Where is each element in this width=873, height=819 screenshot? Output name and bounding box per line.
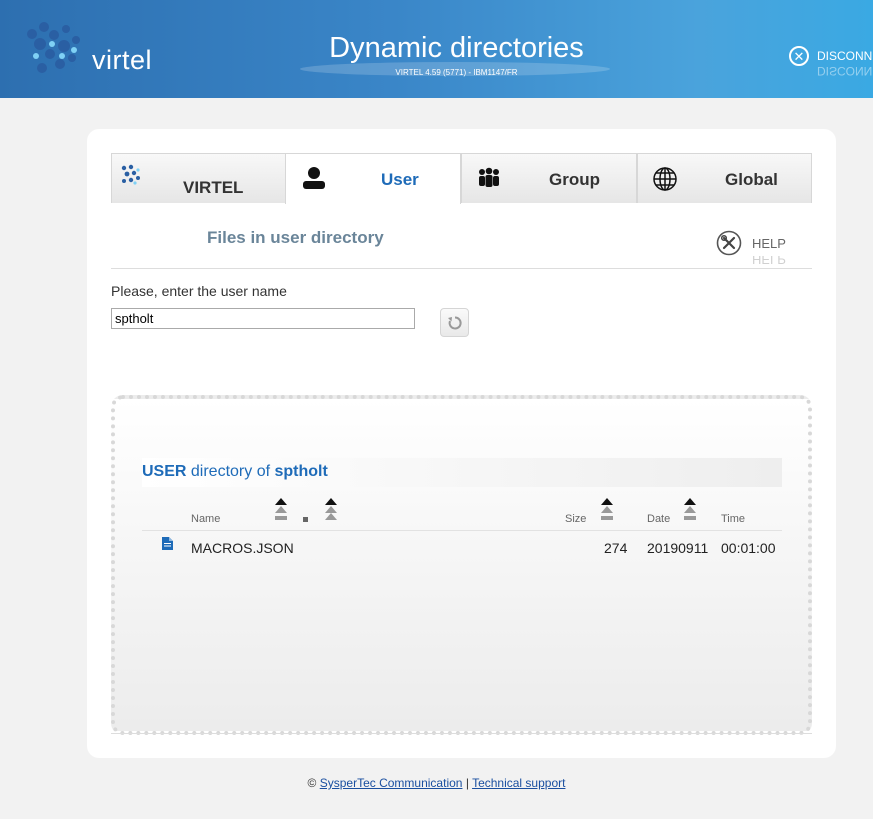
tab-virtel[interactable]: VIRTEL — [111, 153, 286, 203]
table-header-line — [142, 530, 782, 531]
sort-arrows-icon[interactable] — [324, 498, 338, 522]
file-icon — [162, 537, 173, 550]
tab-global[interactable]: Global — [637, 153, 812, 203]
tab-label: Group — [549, 170, 600, 189]
help-reflection: HELP — [752, 256, 786, 267]
app-header: virtel Dynamic directories VIRTEL 4.59 (… — [0, 0, 873, 98]
disconnect-button[interactable]: ✕ DISCONN — [789, 44, 872, 68]
close-icon: ✕ — [789, 46, 809, 66]
directory-owner: sptholt — [274, 463, 328, 480]
file-date: 20190911 — [647, 540, 709, 556]
sort-arrows-icon[interactable] — [274, 498, 288, 522]
version-subtitle: VIRTEL 4.59 (5771) - IBM1147/FR — [395, 68, 518, 77]
tools-icon — [716, 230, 742, 256]
directory-title: USER directory of sptholt — [142, 463, 328, 481]
sort-arrows-icon[interactable] — [600, 498, 614, 522]
sort-arrows-icon[interactable] — [683, 498, 697, 522]
tab-user[interactable]: User — [285, 153, 461, 204]
tab-group[interactable]: Group — [461, 153, 637, 203]
copyright-symbol: © — [307, 776, 317, 790]
file-name-link[interactable]: MACROS.JSON — [191, 540, 294, 556]
footer-divider — [111, 733, 812, 734]
divider — [111, 268, 812, 269]
refresh-button[interactable] — [440, 308, 469, 337]
footer-separator: | — [465, 776, 469, 790]
help-label: HELP — [752, 235, 786, 251]
help-button[interactable]: HELP — [716, 230, 786, 256]
column-header-size[interactable]: Size — [565, 513, 586, 525]
user-icon — [303, 167, 325, 189]
directory-kind: USER — [142, 463, 187, 480]
column-header-date[interactable]: Date — [647, 513, 670, 525]
disconnect-label: DISCONN — [817, 49, 873, 63]
group-icon — [479, 167, 499, 187]
tab-label: VIRTEL — [183, 178, 244, 197]
disconnect-reflection: DISCONN — [817, 66, 873, 78]
file-size: 274 — [604, 540, 628, 556]
refresh-icon — [447, 315, 462, 329]
support-link[interactable]: Technical support — [472, 776, 565, 790]
directory-panel — [111, 395, 812, 735]
virtel-grid-icon — [121, 164, 140, 185]
page-footer: © SysperTec Communication | Technical su… — [0, 776, 873, 790]
tab-label: User — [381, 170, 419, 189]
globe-icon — [653, 167, 677, 191]
column-header-name[interactable]: Name — [191, 513, 220, 525]
company-link[interactable]: SysperTec Communication — [320, 776, 463, 790]
file-time: 00:01:00 — [721, 540, 776, 556]
section-title: Files in user directory — [207, 228, 384, 247]
page-title: Dynamic directories — [329, 32, 584, 64]
directory-title-mid: directory of — [186, 463, 275, 480]
column-header-time[interactable]: Time — [721, 513, 745, 525]
sort-separator — [303, 517, 308, 522]
username-prompt: Please, enter the user name — [111, 283, 287, 299]
tab-label: Global — [725, 170, 778, 189]
username-input[interactable] — [111, 308, 415, 329]
tab-bar: VIRTEL User Group Global — [111, 153, 812, 204]
